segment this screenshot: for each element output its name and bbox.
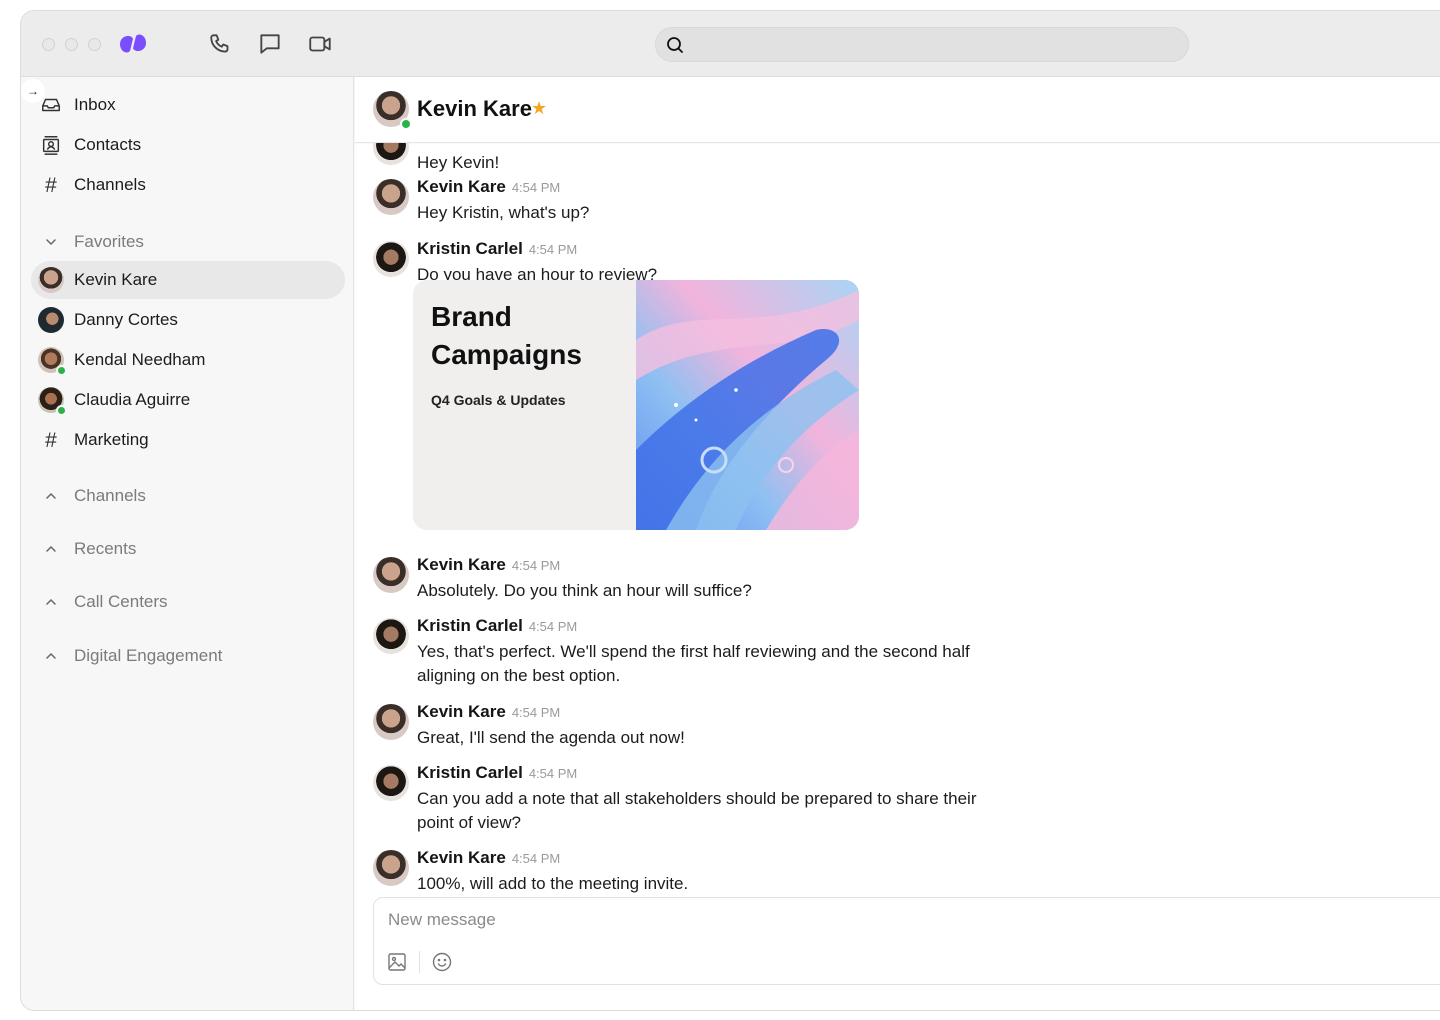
title-bar: [21, 11, 1440, 77]
avatar[interactable]: [373, 91, 412, 130]
search-input[interactable]: [696, 28, 1176, 61]
attachment-image: [636, 280, 859, 530]
avatar: [38, 267, 64, 293]
sidebar-item-channels[interactable]: # Channels: [31, 166, 345, 204]
message-timestamp: 4:54 PM: [528, 619, 578, 634]
chevron-down-icon: [38, 235, 64, 249]
message-author: Kevin Kare: [417, 702, 506, 721]
chat-header: Kevin Kare ★: [355, 77, 1440, 143]
app-logo-icon: [117, 31, 149, 57]
online-status-indicator: [400, 118, 412, 130]
avatar: [373, 557, 409, 593]
message-timestamp: 4:54 PM: [511, 180, 561, 195]
favorite-item-danny-cortes[interactable]: Danny Cortes: [31, 301, 345, 339]
chevron-up-icon: [38, 595, 64, 609]
message-author: Kevin Kare: [417, 555, 506, 574]
hash-icon: #: [45, 428, 57, 452]
online-status-indicator: [56, 365, 67, 376]
section-channels[interactable]: Channels: [31, 480, 345, 512]
section-label: Call Centers: [74, 592, 168, 611]
message-input[interactable]: [388, 908, 1288, 932]
star-icon[interactable]: ★: [531, 98, 547, 119]
message-text: Yes, that's perfect. We'll spend the fir…: [417, 642, 970, 685]
message-timestamp: 4:54 PM: [528, 242, 578, 257]
app-window: → Inbox Contacts # Channels Favorites Ke…: [20, 10, 1440, 1011]
message-text: Hey Kevin!: [417, 153, 500, 172]
avatar: [373, 765, 409, 801]
message-text: 100%, will add to the meeting invite.: [417, 874, 689, 893]
video-camera-icon[interactable]: [307, 31, 333, 57]
avatar: [373, 179, 409, 215]
sidebar-item-label: Kevin Kare: [74, 270, 158, 289]
sidebar-item-label: Marketing: [74, 430, 149, 449]
contact-name: Kevin Kare: [417, 96, 532, 121]
phone-icon[interactable]: [208, 31, 234, 57]
contacts-icon: [38, 132, 64, 158]
chevron-up-icon: [38, 489, 64, 503]
section-digital-engagement[interactable]: Digital Engagement: [31, 640, 345, 672]
sidebar-item-label: Channels: [74, 175, 146, 194]
sidebar-item-label: Contacts: [74, 135, 142, 154]
avatar: [373, 704, 409, 740]
sidebar-item-contacts[interactable]: Contacts: [31, 126, 345, 164]
hash-icon: #: [45, 173, 57, 197]
chat-panel: Kevin Kare ★ Hey Kevin! Kevin Kare 4:54 P…: [355, 77, 1440, 1010]
emoji-icon[interactable]: [432, 952, 452, 972]
search-icon: [665, 35, 685, 55]
section-label: Favorites: [74, 232, 144, 251]
section-favorites[interactable]: Favorites: [31, 226, 345, 258]
avatar: [38, 307, 64, 333]
chevron-up-icon: [38, 542, 64, 556]
avatar: [373, 143, 409, 165]
sidebar: → Inbox Contacts # Channels Favorites Ke…: [21, 77, 354, 1010]
avatar: [373, 618, 409, 654]
message-timestamp: 4:54 PM: [511, 705, 561, 720]
section-call-centers[interactable]: Call Centers: [31, 586, 345, 618]
attachment-subtitle: Q4 Goals & Updates: [431, 392, 566, 408]
section-label: Recents: [74, 539, 137, 558]
message-author: Kevin Kare: [417, 177, 506, 196]
favorite-item-marketing[interactable]: # Marketing: [31, 421, 345, 459]
window-minimize-button[interactable]: [65, 38, 78, 51]
message-list: Hey Kevin! Kevin Kare 4:54 PM Hey Kristin…: [355, 143, 1440, 898]
message-author: Kristin Carlel: [417, 763, 523, 782]
sidebar-item-inbox[interactable]: Inbox: [31, 86, 345, 124]
favorite-item-kevin-kare[interactable]: Kevin Kare: [31, 261, 345, 299]
message-timestamp: 4:54 PM: [528, 766, 578, 781]
search-bar[interactable]: [655, 27, 1189, 62]
window-close-button[interactable]: [42, 38, 55, 51]
composer-divider: [419, 951, 420, 973]
sidebar-item-label: Kendal Needham: [74, 350, 206, 369]
attachment-title: Brand Campaigns: [431, 301, 582, 370]
sidebar-item-label: Claudia Aguirre: [74, 390, 191, 409]
message-author: Kevin Kare: [417, 848, 506, 867]
message-author: Kristin Carlel: [417, 239, 523, 258]
online-status-indicator: [56, 405, 67, 416]
section-label: Digital Engagement: [74, 646, 223, 665]
sidebar-item-label: Danny Cortes: [74, 310, 178, 329]
chevron-up-icon: [38, 649, 64, 663]
message-timestamp: 4:54 PM: [511, 851, 561, 866]
favorite-item-claudia-aguirre[interactable]: Claudia Aguirre: [31, 381, 345, 419]
image-icon[interactable]: [387, 952, 407, 972]
section-recents[interactable]: Recents: [31, 533, 345, 565]
message-author: Kristin Carlel: [417, 616, 523, 635]
favorite-item-kendal-needham[interactable]: Kendal Needham: [31, 341, 345, 379]
sidebar-item-label: Inbox: [74, 95, 116, 114]
message-text: Can you add a note that all stakeholders…: [417, 789, 977, 832]
inbox-icon: [38, 92, 64, 118]
avatar: [38, 347, 67, 376]
message-text: Great, I'll send the agenda out now!: [417, 728, 685, 747]
avatar: [38, 387, 67, 416]
message-timestamp: 4:54 PM: [511, 558, 561, 573]
message-composer: [373, 897, 1440, 985]
chat-bubble-icon[interactable]: [257, 31, 283, 57]
avatar: [373, 241, 409, 277]
message-text: Hey Kristin, what's up?: [417, 203, 590, 222]
avatar: [373, 850, 409, 886]
message-text: Absolutely. Do you think an hour will su…: [417, 581, 752, 600]
section-label: Channels: [74, 486, 146, 505]
attachment-card[interactable]: Brand Campaigns Q4 Goals & Updates: [413, 280, 859, 530]
window-maximize-button[interactable]: [88, 38, 101, 51]
